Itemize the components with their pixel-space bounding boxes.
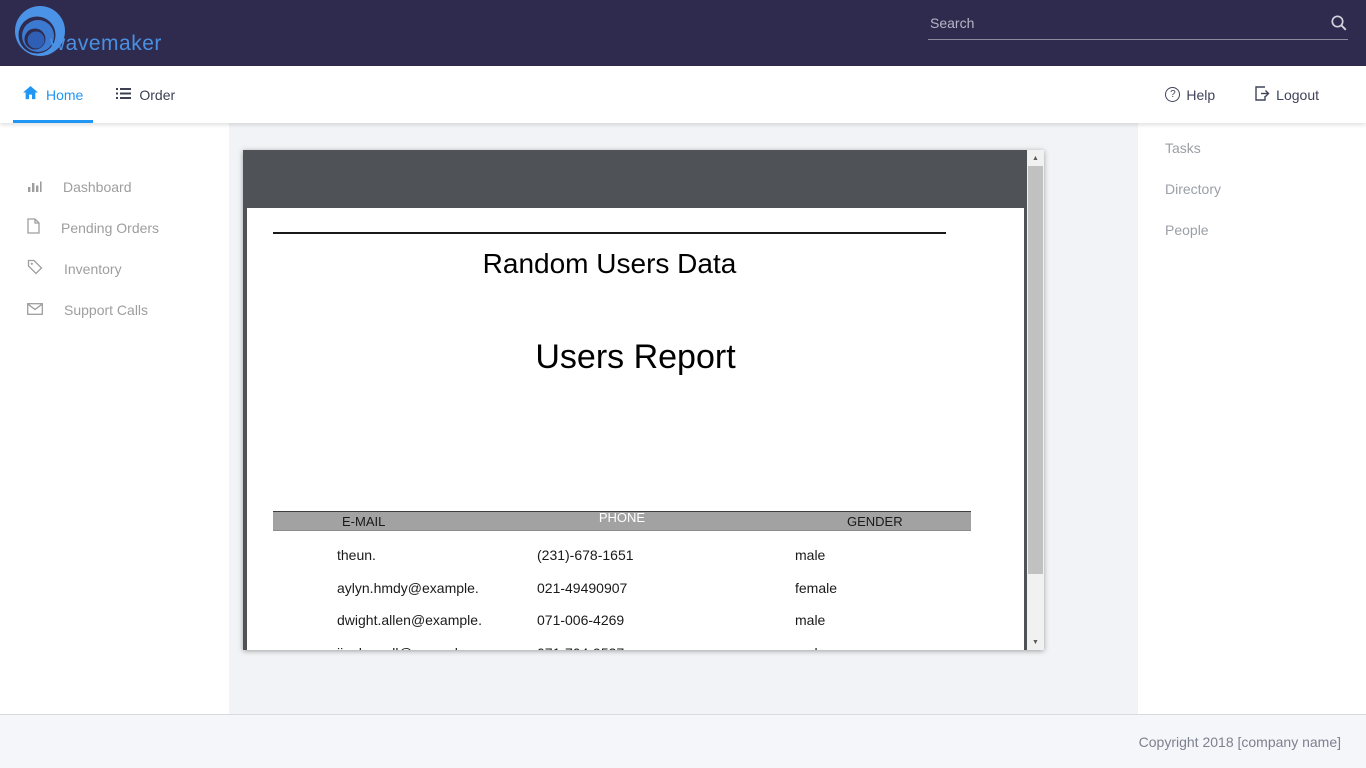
cell-phone: (231)-678-1651 xyxy=(537,547,634,563)
search-bar xyxy=(928,14,1348,40)
cell-phone: 071-704-9537 xyxy=(537,645,624,650)
logout-icon xyxy=(1255,86,1270,104)
search-input[interactable] xyxy=(928,14,1330,32)
cell-phone: 021-49490907 xyxy=(537,580,627,596)
scrollbar-thumb[interactable] xyxy=(1028,166,1043,574)
cell-phone: 071-006-4269 xyxy=(537,612,624,628)
document-icon xyxy=(27,218,40,237)
table-row: theun. (231)-678-1651 male xyxy=(273,539,971,572)
sidebar-item-people[interactable]: People xyxy=(1138,209,1366,250)
cell-gender: male xyxy=(795,547,825,563)
app-logo: wavemaker xyxy=(14,6,162,63)
pdf-page: Random Users Data Users Report E-MAIL PH… xyxy=(247,208,1024,650)
table-row: aylyn.hmdy@example. 021-49490907 female xyxy=(273,572,971,605)
scroll-down-button[interactable]: ▼ xyxy=(1027,634,1044,650)
help-button[interactable]: ? Help xyxy=(1165,87,1215,103)
right-sidebar: Tasks Directory People xyxy=(1138,123,1366,714)
sidebar-item-tasks[interactable]: Tasks xyxy=(1138,127,1366,168)
sidebar-item-label: Pending Orders xyxy=(61,220,159,236)
main-content: Random Users Data Users Report E-MAIL PH… xyxy=(229,123,1138,714)
pdf-scrollbar[interactable]: ▲ ▼ xyxy=(1027,150,1044,650)
sidebar-item-label: Support Calls xyxy=(64,302,148,318)
bar-chart-icon xyxy=(27,178,42,196)
logo-text: wavemaker xyxy=(50,32,162,56)
sidebar-item-pending-orders[interactable]: Pending Orders xyxy=(0,207,229,248)
document-subtitle: Users Report xyxy=(247,338,1024,377)
sidebar-item-dashboard[interactable]: Dashboard xyxy=(0,166,229,207)
copyright-text: Copyright 2018 [company name] xyxy=(1139,734,1341,750)
sidebar-item-label: Directory xyxy=(1165,181,1221,197)
cell-email: aylyn.hmdy@example. xyxy=(337,580,479,596)
tag-icon xyxy=(27,259,43,278)
document-rule xyxy=(273,232,946,234)
pdf-viewer: Random Users Data Users Report E-MAIL PH… xyxy=(243,150,1044,650)
users-table: E-MAIL PHONE GENDER theun. (231)-678-165… xyxy=(273,511,971,650)
content-area: Dashboard Pending Orders Inventory xyxy=(0,123,1366,714)
left-sidebar: Dashboard Pending Orders Inventory xyxy=(0,123,229,714)
envelope-icon xyxy=(27,302,43,318)
sidebar-item-directory[interactable]: Directory xyxy=(1138,168,1366,209)
help-icon: ? xyxy=(1165,87,1180,102)
sidebar-item-label: Inventory xyxy=(64,261,122,277)
logout-button[interactable]: Logout xyxy=(1255,86,1319,104)
scroll-up-button[interactable]: ▲ xyxy=(1027,150,1044,166)
column-header-gender: GENDER xyxy=(847,512,903,532)
tab-home-label: Home xyxy=(46,87,83,103)
tab-order[interactable]: Order xyxy=(106,66,185,123)
top-navbar: Home Order ? Help Logout xyxy=(0,66,1366,123)
sidebar-item-inventory[interactable]: Inventory xyxy=(0,248,229,289)
sidebar-item-label: People xyxy=(1165,222,1209,238)
sidebar-item-support-calls[interactable]: Support Calls xyxy=(0,289,229,330)
users-table-body: theun. (231)-678-1651 male aylyn.hmdy@ex… xyxy=(273,539,971,650)
users-table-header: E-MAIL PHONE GENDER xyxy=(273,511,971,531)
home-icon xyxy=(23,86,38,103)
help-label: Help xyxy=(1186,87,1215,103)
document-title: Random Users Data xyxy=(273,248,946,280)
app-header: wavemaker xyxy=(0,0,1366,66)
tab-order-label: Order xyxy=(139,87,175,103)
sidebar-item-label: Tasks xyxy=(1165,140,1201,156)
cell-gender: male xyxy=(795,612,825,628)
navbar-actions: ? Help Logout xyxy=(1165,66,1366,123)
cell-email: jim.howell@example. xyxy=(337,645,469,650)
page-footer: Copyright 2018 [company name] xyxy=(0,714,1366,768)
table-row: jim.howell@example. 071-704-9537 male xyxy=(273,637,971,651)
list-icon xyxy=(116,87,131,103)
tab-home[interactable]: Home xyxy=(13,66,93,123)
cell-email: theun. xyxy=(337,547,376,563)
cell-email: dwight.allen@example. xyxy=(337,612,482,628)
table-row: dwight.allen@example. 071-006-4269 male xyxy=(273,604,971,637)
sidebar-item-label: Dashboard xyxy=(63,179,132,195)
pdf-viewport: Random Users Data Users Report E-MAIL PH… xyxy=(243,150,1027,650)
cell-gender: male xyxy=(795,645,825,650)
logout-label: Logout xyxy=(1276,87,1319,103)
search-icon[interactable] xyxy=(1330,14,1348,32)
cell-gender: female xyxy=(795,580,837,596)
